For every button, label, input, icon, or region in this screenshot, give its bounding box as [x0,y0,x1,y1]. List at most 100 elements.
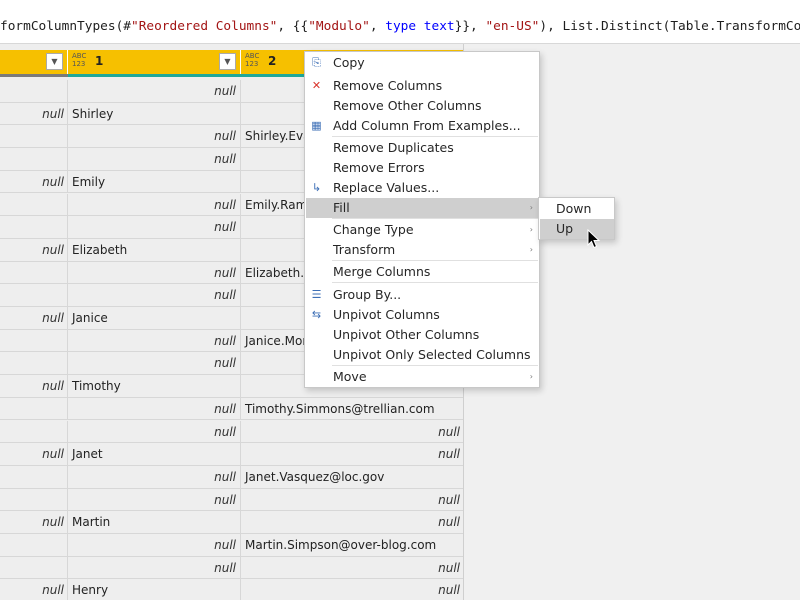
table-cell[interactable]: null [0,238,68,261]
menu-separator [332,365,538,366]
formula-bar[interactable]: formColumnTypes(#"Reordered Columns", {{… [0,0,800,44]
table-cell[interactable]: null [241,489,463,511]
formula-text[interactable]: formColumnTypes(#"Reordered Columns", {{… [0,19,800,34]
table-cell[interactable] [0,80,68,102]
table-cell[interactable]: null [0,579,68,600]
table-cell[interactable]: null [0,307,68,329]
table-cell[interactable]: null [68,397,241,420]
menu-item-label: Remove Columns [333,78,443,93]
table-cell[interactable] [0,329,68,352]
fill-menu-item[interactable]: Fill › [306,198,539,218]
table-cell[interactable]: null [241,421,463,443]
any-type-icon[interactable]: ABC 123 [245,52,265,72]
table-cell[interactable]: null [241,579,463,600]
column-header-0[interactable]: ▼ [0,50,68,74]
table-cell[interactable]: null [68,534,241,556]
any-type-icon[interactable]: ABC 123 [72,52,92,72]
table-cell[interactable] [0,352,68,375]
remove-columns-menu-item[interactable]: ✕ Remove Columns [306,76,539,96]
table-cell[interactable]: null [68,80,241,102]
change-type-menu-item[interactable]: Change Type › [306,220,539,240]
unpivot-columns-menu-item[interactable]: ⇆ Unpivot Columns [306,305,539,325]
table-cell[interactable]: null [0,102,68,125]
add-column-examples-icon: ▦ [311,119,322,132]
table-row[interactable]: null Janet null [0,443,463,466]
remove-errors-menu-item[interactable]: Remove Errors [306,158,539,178]
table-cell[interactable]: Martin [68,511,241,534]
table-cell[interactable] [0,420,68,443]
table-cell[interactable]: null [68,352,241,375]
table-cell[interactable]: null [0,170,68,193]
table-cell[interactable]: null [68,148,241,171]
table-cell[interactable] [0,216,68,239]
table-cell[interactable]: null [241,557,463,579]
table-cell[interactable]: null [68,488,241,511]
table-cell[interactable]: Henry [68,579,241,600]
table-row[interactable]: null Henry null [0,579,463,600]
table-cell[interactable] [0,465,68,488]
table-cell[interactable]: null [68,261,241,284]
table-cell[interactable]: Janet.Vasquez@loc.gov [241,466,463,488]
menu-item-label: Unpivot Other Columns [333,327,480,342]
column-filter-dropdown-icon[interactable]: ▼ [46,53,63,70]
menu-item-label: Replace Values... [333,180,440,195]
table-cell[interactable]: null [241,511,463,533]
copy-icon: ⎘ [312,56,321,69]
table-row[interactable]: null null [0,420,463,444]
table-cell[interactable]: Emily [68,170,241,193]
table-row[interactable]: null Martin null [0,511,463,534]
table-cell[interactable]: null [68,193,241,216]
column-header-1[interactable]: ABC 123 1 ▼ [68,50,241,74]
group-by-menu-item[interactable]: ☰ Group By... [306,285,539,305]
table-cell[interactable]: Janet [68,443,241,466]
table-cell[interactable]: null [0,511,68,534]
table-cell[interactable]: null [68,556,241,579]
table-cell[interactable] [0,397,68,420]
table-row[interactable]: null null [0,488,463,512]
formula-segment: formColumnTypes(# [0,19,131,34]
table-cell[interactable]: null [68,329,241,352]
unpivot-other-columns-menu-item[interactable]: Unpivot Other Columns [306,325,539,345]
table-cell[interactable]: null [68,125,241,148]
unpivot-only-selected-columns-menu-item[interactable]: Unpivot Only Selected Columns [306,345,539,365]
table-cell[interactable]: null [0,375,68,398]
table-cell[interactable] [0,556,68,579]
replace-values-menu-item[interactable]: ↳ Replace Values... [306,178,539,198]
merge-columns-menu-item[interactable]: Merge Columns [306,262,539,282]
fill-up-menu-item[interactable]: Up [540,219,614,239]
add-column-from-examples-menu-item[interactable]: ▦ Add Column From Examples... [306,116,539,136]
table-cell[interactable] [0,534,68,556]
column-filter-dropdown-icon[interactable]: ▼ [219,53,236,70]
table-cell[interactable]: Janice [68,307,241,329]
menu-item-label: Fill [333,200,350,215]
table-cell[interactable] [0,261,68,284]
table-cell[interactable]: Timothy [68,375,241,398]
table-cell[interactable]: null [241,443,463,465]
remove-duplicates-menu-item[interactable]: Remove Duplicates [306,138,539,158]
table-cell[interactable] [0,148,68,171]
fill-down-menu-item[interactable]: Down [540,199,614,219]
table-cell[interactable]: null [68,420,241,443]
table-row[interactable]: null null [0,556,463,580]
table-cell[interactable]: null [68,284,241,307]
table-cell[interactable]: null [68,216,241,239]
table-cell[interactable] [0,125,68,148]
table-cell[interactable] [0,193,68,216]
table-cell[interactable] [0,284,68,307]
table-row[interactable]: null Martin.Simpson@over-blog.com [0,534,463,557]
copy-menu-item[interactable]: ⎘ Copy [306,53,539,73]
column-name: 2 [268,54,277,68]
remove-other-columns-menu-item[interactable]: Remove Other Columns [306,96,539,116]
transform-menu-item[interactable]: Transform › [306,240,539,260]
table-cell[interactable]: Elizabeth [68,238,241,261]
table-row[interactable]: null Janet.Vasquez@loc.gov [0,465,463,489]
move-menu-item[interactable]: Move › [306,367,539,387]
menu-item-label: Add Column From Examples... [333,118,521,133]
table-cell[interactable]: null [68,465,241,488]
table-cell[interactable]: Martin.Simpson@over-blog.com [241,534,463,556]
table-cell[interactable]: Timothy.Simmons@trellian.com [241,398,463,420]
table-cell[interactable]: Shirley [68,102,241,125]
table-cell[interactable]: null [0,443,68,466]
table-row[interactable]: null Timothy.Simmons@trellian.com [0,397,463,421]
table-cell[interactable] [0,488,68,511]
